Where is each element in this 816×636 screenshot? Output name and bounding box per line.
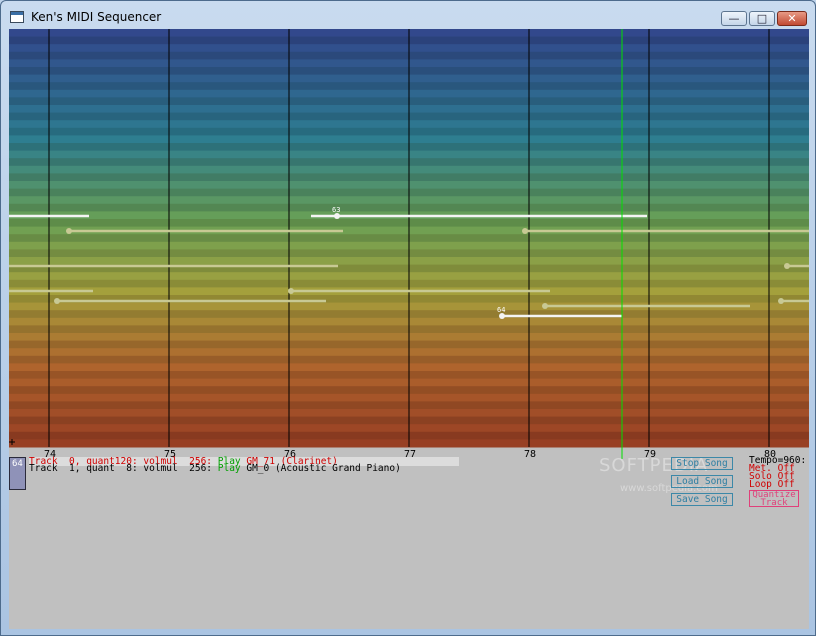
window-title: Ken's MIDI Sequencer <box>31 10 162 24</box>
stop-song-button[interactable]: Stop Song <box>671 457 733 470</box>
app-window: Ken's MIDI Sequencer — □ ✕ 74 75 76 77 78 79 8… <box>0 0 816 636</box>
maximize-icon: □ <box>756 12 768 25</box>
minimize-button[interactable]: — <box>721 11 747 26</box>
note-label: 63 <box>332 206 340 214</box>
title-bar[interactable]: Ken's MIDI Sequencer — □ ✕ <box>1 1 815 29</box>
note-handle[interactable] <box>66 228 72 234</box>
note-label: 64 <box>497 306 505 314</box>
close-button[interactable]: ✕ <box>777 11 807 26</box>
track-1-info: Track 1, quant 8: volmul 256: <box>29 463 218 474</box>
note-handle[interactable] <box>784 263 790 269</box>
piano-roll[interactable]: 74 75 76 77 78 79 806364 <box>9 29 809 459</box>
note-handle[interactable] <box>54 298 60 304</box>
note-handle[interactable] <box>778 298 784 304</box>
save-song-button[interactable]: Save Song <box>671 493 733 506</box>
note-handle[interactable] <box>542 303 548 309</box>
load-song-button[interactable]: Load Song <box>671 475 733 488</box>
measure-label: 78 <box>524 449 536 459</box>
loop-toggle[interactable]: Loop Off <box>749 480 795 490</box>
sequencer-client-area: 74 75 76 77 78 79 80 63 64 SOFTPEDIA www.softped… <box>9 29 809 629</box>
current-key-indicator[interactable]: 64 <box>9 457 26 490</box>
app-icon <box>10 11 24 23</box>
note-handle[interactable] <box>288 288 294 294</box>
current-key-label: 64 <box>12 459 23 469</box>
track-1-play[interactable]: Play <box>218 463 241 474</box>
close-icon: ✕ <box>787 12 797 25</box>
track-row-1[interactable]: Track 1, quant 8: volmul 256: Play GM_0 … <box>29 464 401 474</box>
minimize-icon: — <box>728 12 740 25</box>
maximize-button[interactable]: □ <box>749 11 775 26</box>
quantize-track-button[interactable]: Quantize Track <box>749 490 799 508</box>
note-handle[interactable] <box>522 228 528 234</box>
track-1-instrument[interactable]: GM_0 (Acoustic Grand Piano) <box>241 463 400 474</box>
